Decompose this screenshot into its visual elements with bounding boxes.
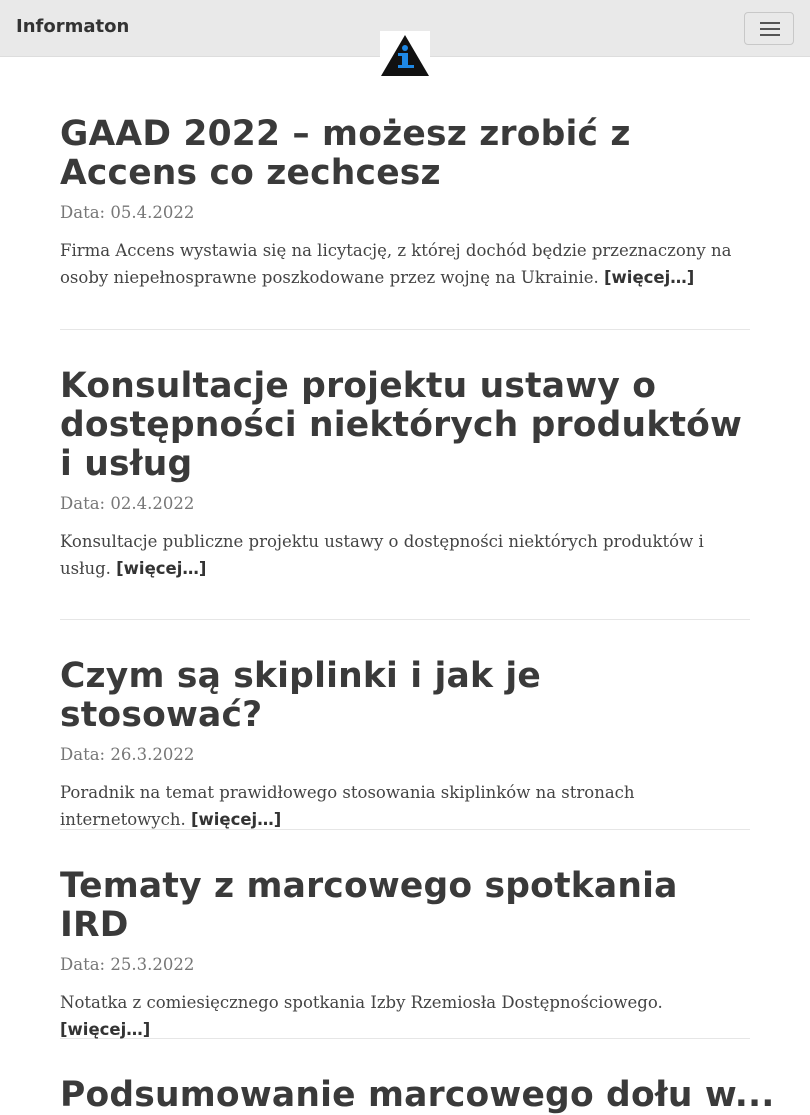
- read-more-link[interactable]: [więcej…]: [191, 810, 281, 829]
- article-list: GAAD 2022 – możesz zrobić z Accens co ze…: [60, 57, 774, 1115]
- article-item: GAAD 2022 – możesz zrobić z Accens co ze…: [60, 57, 750, 330]
- article-title-link[interactable]: GAAD 2022 – możesz zrobić z Accens co ze…: [60, 114, 631, 193]
- article-excerpt: Poradnik na temat prawidłowego stosowani…: [60, 779, 750, 833]
- article-excerpt: Konsultacje publiczne projektu ustawy o …: [60, 528, 750, 582]
- hamburger-menu-icon-bar: [760, 28, 780, 30]
- article-item: Konsultacje projektu ustawy o dostępnośc…: [60, 330, 750, 620]
- article-title-link[interactable]: Podsumowanie marcowego dołu w...: [60, 1075, 775, 1115]
- article-title-link[interactable]: Tematy z marcowego spotkania IRD: [60, 866, 678, 945]
- hamburger-menu-icon-bar: [760, 34, 780, 36]
- read-more-link[interactable]: [więcej…]: [116, 559, 206, 578]
- article-excerpt-text: Notatka z comiesięcznego spotkania Izby …: [60, 993, 663, 1012]
- info-triangle-logo[interactable]: [380, 31, 430, 77]
- article-item: Podsumowanie marcowego dołu w...: [60, 1039, 774, 1115]
- article-title: GAAD 2022 – możesz zrobić z Accens co ze…: [60, 115, 750, 193]
- read-more-link[interactable]: [więcej…]: [60, 1020, 150, 1039]
- article-item: Tematy z marcowego spotkania IRD Data: 2…: [60, 830, 750, 1039]
- brand-link[interactable]: Informaton: [16, 16, 129, 37]
- article-excerpt: Notatka z comiesięcznego spotkania Izby …: [60, 989, 750, 1043]
- article-date: Data: 25.3.2022: [60, 955, 195, 974]
- hamburger-menu-icon: [760, 22, 780, 24]
- article-title-link[interactable]: Konsultacje projektu ustawy o dostępnośc…: [60, 366, 742, 484]
- article-excerpt-text: Poradnik na temat prawidłowego stosowani…: [60, 783, 635, 829]
- read-more-link[interactable]: [więcej…]: [604, 268, 694, 287]
- article-title: Czym są skiplinki i jak je stosować?: [60, 657, 750, 735]
- article-date: Data: 02.4.2022: [60, 494, 195, 513]
- article-title: Konsultacje projektu ustawy o dostępnośc…: [60, 367, 750, 484]
- menu-toggle-button[interactable]: [744, 12, 794, 45]
- article-title: Podsumowanie marcowego dołu w...: [60, 1076, 774, 1115]
- article-date: Data: 26.3.2022: [60, 745, 195, 764]
- article-excerpt: Firma Accens wystawia się na licytację, …: [60, 237, 750, 291]
- article-title: Tematy z marcowego spotkania IRD: [60, 867, 750, 945]
- article-date: Data: 05.4.2022: [60, 203, 195, 222]
- article-item: Czym są skiplinki i jak je stosować? Dat…: [60, 620, 750, 830]
- article-title-link[interactable]: Czym są skiplinki i jak je stosować?: [60, 656, 541, 735]
